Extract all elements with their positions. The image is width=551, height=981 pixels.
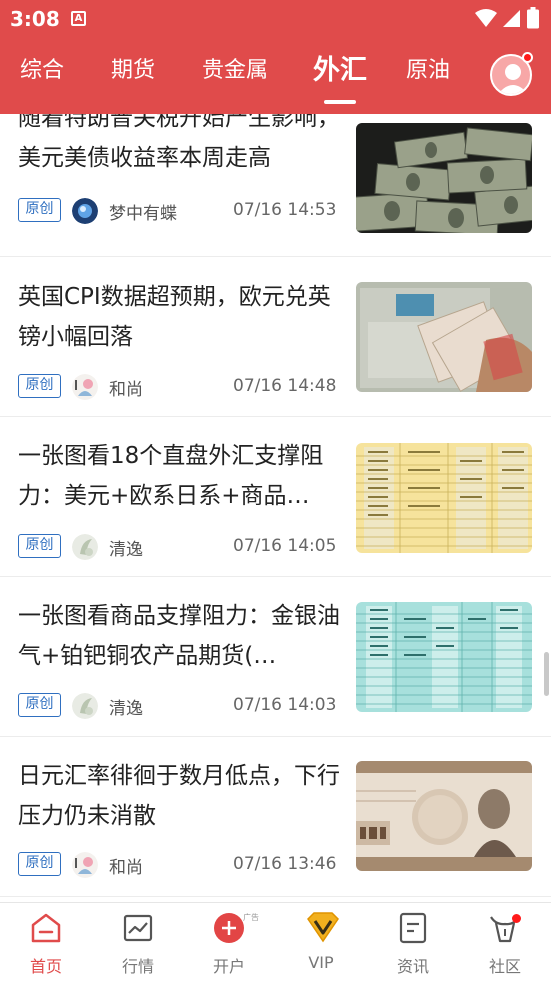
- tab-waihui[interactable]: 外汇: [313, 48, 367, 87]
- author-avatar: [72, 693, 98, 719]
- home-icon: [29, 911, 63, 945]
- nav-home-label: 首页: [29, 957, 62, 976]
- author-name: 梦中有蝶: [109, 204, 177, 224]
- original-tag: 原创: [18, 534, 61, 558]
- publish-date: 07/16 14:48: [233, 376, 337, 396]
- article-title: 一张图看18个直盘外汇支撑阻力：美元+欧系日系+商品…: [18, 443, 324, 509]
- nav-open-account-label: 开户: [212, 957, 245, 976]
- article-item[interactable]: 日元汇率徘徊于数月低点，下行压力仍未消散 原创 和尚 07/16 13:46: [0, 737, 551, 897]
- article-meta: 原创 和尚 07/16 14:48: [18, 374, 338, 400]
- author-name: 和尚: [109, 380, 143, 400]
- tab-yuanyou[interactable]: 原油: [406, 52, 450, 84]
- nav-market[interactable]: 行情: [92, 911, 184, 977]
- status-bar: 3:08 A: [0, 0, 551, 40]
- original-tag: 原创: [18, 693, 61, 717]
- article-item[interactable]: 随着特朗普关税开始产生影响，美元美债收益率本周走高 原创 梦中有蝶 07/16 …: [0, 114, 551, 257]
- author-avatar: [72, 374, 98, 400]
- tab-guijinshu[interactable]: 贵金属: [202, 52, 268, 84]
- author-name: 清逸: [109, 699, 143, 719]
- article-title: 一张图看商品支撑阻力：金银油气+铂钯铜农产品期货(…: [18, 603, 340, 669]
- nav-news[interactable]: 资讯: [367, 911, 459, 977]
- publish-date: 07/16 14:05: [233, 536, 337, 556]
- active-tab-indicator: [324, 100, 356, 104]
- money-counter-image: [356, 282, 532, 392]
- author-avatar: [72, 852, 98, 878]
- status-time: 3:08: [10, 7, 60, 31]
- nav-vip-label: VIP: [308, 953, 334, 972]
- original-tag: 原创: [18, 852, 61, 876]
- article-title: 英国CPI数据超预期，欧元兑英镑小幅回落: [18, 284, 331, 350]
- tab-zonghe[interactable]: 综合: [20, 52, 64, 84]
- tab-qihuo[interactable]: 期货: [111, 52, 155, 84]
- yellow-table-image: [356, 443, 532, 553]
- nav-home[interactable]: 首页: [0, 911, 92, 977]
- article-title: 日元汇率徘徊于数月低点，下行压力仍未消散: [18, 763, 340, 829]
- publish-date: 07/16 14:53: [233, 200, 337, 220]
- publish-date: 07/16 14:03: [233, 695, 337, 715]
- notification-dot: [522, 52, 533, 63]
- author-avatar: [72, 198, 98, 224]
- teal-table-image: [356, 602, 532, 712]
- battery-icon: [527, 7, 539, 29]
- article-item[interactable]: 一张图看商品支撑阻力：金银油气+铂钯铜农产品期货(… 原创 清逸 07/16 1…: [0, 577, 551, 737]
- chart-icon: [121, 911, 155, 945]
- plus-circle-icon: [212, 911, 246, 945]
- author-avatar: [72, 534, 98, 560]
- signal-icon: [503, 10, 520, 27]
- feed-scrollbar[interactable]: [544, 652, 549, 696]
- yen-banknote-image: [356, 761, 532, 871]
- article-meta: 原创 和尚 07/16 13:46: [18, 852, 338, 878]
- article-meta: 原创 清逸 07/16 14:03: [18, 693, 338, 719]
- publish-date: 07/16 13:46: [233, 854, 337, 874]
- nav-market-label: 行情: [121, 957, 154, 976]
- article-item[interactable]: 英国CPI数据超预期，欧元兑英镑小幅回落 原创 和尚 07/16 14:48: [0, 257, 551, 417]
- article-meta: 原创 梦中有蝶 07/16 14:53: [18, 198, 338, 224]
- article-meta: 原创 清逸 07/16 14:05: [18, 534, 338, 560]
- news-icon: [396, 911, 430, 945]
- nav-vip[interactable]: VIP: [275, 911, 367, 972]
- ad-mark: 广告: [243, 913, 259, 922]
- category-tabs: 综合 期货 贵金属 外汇 原油: [0, 52, 551, 108]
- nav-community-label: 社区: [488, 957, 521, 976]
- app-header: 3:08 A 综合 期货 贵金属 外汇 原油: [0, 0, 551, 114]
- article-item[interactable]: 一张图看18个直盘外汇支撑阻力：美元+欧系日系+商品… 原创 清逸 07/16 …: [0, 417, 551, 577]
- author-name: 清逸: [109, 540, 143, 560]
- wifi-icon: [475, 9, 497, 27]
- bottom-navigation: 首页 行情 开户 VIP 资讯 社区: [0, 902, 551, 981]
- nav-news-label: 资讯: [396, 957, 429, 976]
- article-feed: 随着特朗普关税开始产生影响，美元美债收益率本周走高 原创 梦中有蝶 07/16 …: [0, 114, 551, 902]
- dollar-bills-image: [356, 123, 532, 233]
- nav-community[interactable]: 社区: [459, 911, 551, 977]
- original-tag: 原创: [18, 198, 61, 222]
- vip-diamond-icon: [304, 911, 339, 945]
- original-tag: 原创: [18, 374, 61, 398]
- community-notification-dot: [512, 914, 521, 923]
- author-name: 和尚: [109, 858, 143, 878]
- app-notification-icon: A: [71, 11, 86, 26]
- nav-open-account[interactable]: 开户: [183, 911, 275, 977]
- article-title: 随着特朗普关税开始产生影响，美元美债收益率本周走高: [18, 114, 340, 171]
